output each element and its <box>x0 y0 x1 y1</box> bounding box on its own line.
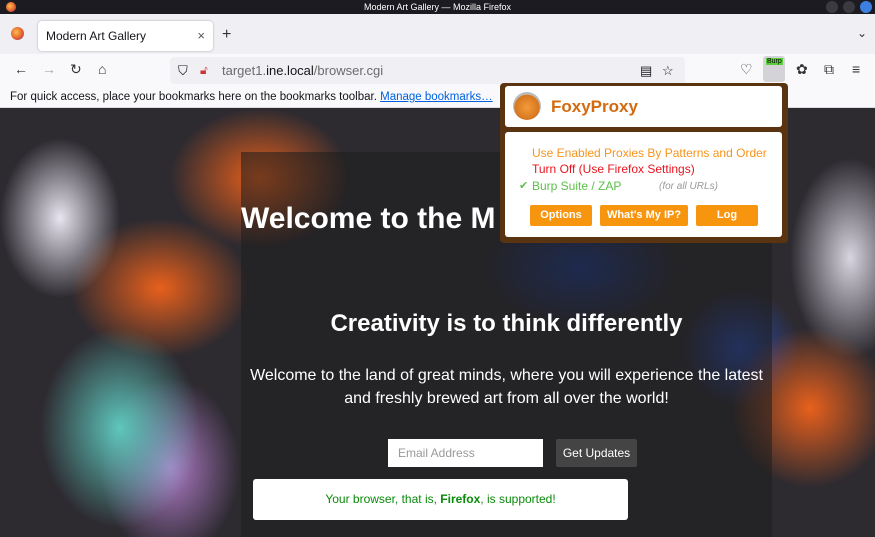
back-icon[interactable]: ← <box>14 61 28 77</box>
foxyproxy-popup: FoxyProxy Use Enabled Proxies By Pattern… <box>500 83 788 243</box>
navigation-toolbar: ← → ↻ ⌂ ⛉ 🔓︎ target1.ine.local/browser.c… <box>0 54 875 86</box>
new-tab-button[interactable]: + <box>222 26 231 44</box>
foxyproxy-extension-button[interactable]: Burp <box>763 56 785 82</box>
extensions-icon[interactable]: ⧉ <box>824 61 834 78</box>
email-input[interactable]: Email Address <box>388 439 543 467</box>
url-prefix: target1. <box>222 63 267 78</box>
insecure-lock-icon[interactable]: 🔓︎ <box>200 57 208 84</box>
log-button[interactable]: Log <box>696 205 758 226</box>
reload-icon[interactable]: ↻ <box>70 61 82 78</box>
tab-label: Modern Art Gallery <box>46 29 147 43</box>
minimize-button[interactable] <box>826 1 838 13</box>
proxy-note: (for all URLs) <box>659 181 718 192</box>
foxyproxy-menu: Use Enabled Proxies By Patterns and Orde… <box>505 132 782 237</box>
mode-burp-suite[interactable]: Burp Suite / ZAP <box>532 179 621 193</box>
forward-icon[interactable]: → <box>42 61 56 77</box>
tab-bar: Modern Art Gallery × + ⌄ <box>0 14 875 54</box>
manage-bookmarks-link[interactable]: Manage bookmarks… <box>380 91 493 103</box>
bookmarks-hint: For quick access, place your bookmarks h… <box>10 91 377 103</box>
support-suffix: , is supported! <box>480 492 556 506</box>
foxyproxy-header: FoxyProxy <box>505 86 782 127</box>
intro-text: Welcome to the land of great minds, wher… <box>250 367 763 407</box>
check-icon: ✔ <box>519 180 529 192</box>
maximize-button[interactable] <box>843 1 855 13</box>
pocket-icon[interactable]: ♡ <box>740 61 753 78</box>
foxyproxy-logo-icon <box>513 92 541 120</box>
url-bar[interactable]: ⛉ 🔓︎ target1.ine.local/browser.cgi ▤ ☆ <box>170 57 685 84</box>
firefox-view-icon[interactable] <box>11 27 24 40</box>
close-window-button[interactable] <box>860 1 872 13</box>
window-title: Modern Art Gallery — Mozilla Firefox <box>363 2 512 12</box>
list-all-tabs-icon[interactable]: ⌄ <box>857 26 867 40</box>
mode-patterns[interactable]: Use Enabled Proxies By Patterns and Orde… <box>532 146 767 160</box>
url-host: ine.local <box>266 63 314 78</box>
home-icon[interactable]: ⌂ <box>98 61 106 77</box>
cookie-extension-icon[interactable]: ✿ <box>796 61 808 78</box>
shield-icon[interactable]: ⛉ <box>178 57 188 84</box>
page-heading: Welcome to the M <box>241 202 496 235</box>
bookmark-star-icon[interactable]: ☆ <box>662 57 674 84</box>
url-path: /browser.cgi <box>313 63 384 78</box>
whats-my-ip-button[interactable]: What's My IP? <box>600 205 688 226</box>
options-button[interactable]: Options <box>530 205 592 226</box>
burp-badge: Burp <box>766 58 783 65</box>
get-updates-button[interactable]: Get Updates <box>556 439 637 467</box>
tab-modern-art-gallery[interactable]: Modern Art Gallery × <box>38 21 213 51</box>
reader-view-icon[interactable]: ▤ <box>640 57 652 84</box>
browser-support-message: Your browser, that is, Firefox, is suppo… <box>253 479 628 520</box>
support-browser: Firefox <box>440 492 481 506</box>
support-prefix: Your browser, that is, <box>325 492 441 506</box>
foxyproxy-title: FoxyProxy <box>551 97 638 116</box>
menu-icon[interactable]: ≡ <box>852 61 860 77</box>
close-tab-icon[interactable]: × <box>197 21 205 51</box>
page-subheading: Creativity is to think differently <box>330 310 683 337</box>
mode-turn-off[interactable]: Turn Off (Use Firefox Settings) <box>532 162 695 176</box>
window-titlebar: Modern Art Gallery — Mozilla Firefox <box>0 0 875 14</box>
firefox-logo-icon <box>6 2 16 12</box>
